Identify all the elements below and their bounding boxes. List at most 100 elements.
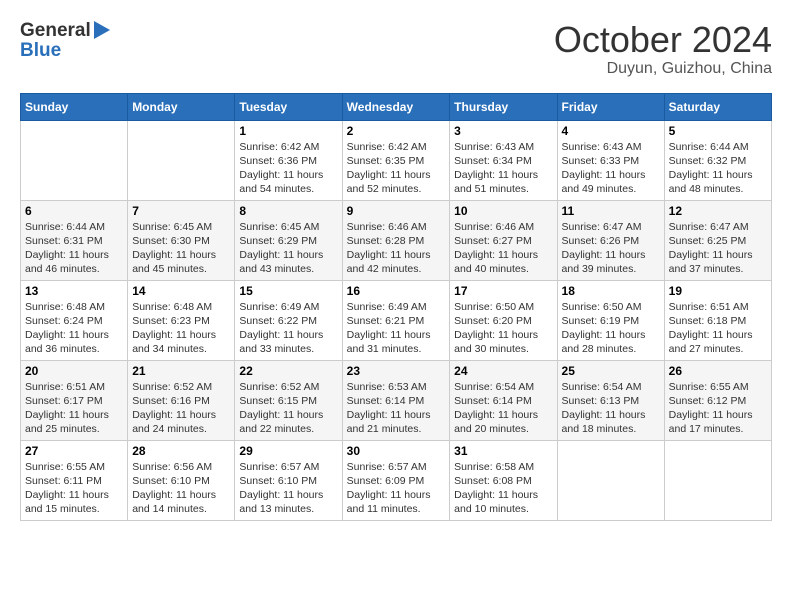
calendar-cell: 27 Sunrise: 6:55 AM Sunset: 6:11 PM Dayli… xyxy=(21,440,128,520)
calendar-cell: 11 Sunrise: 6:47 AM Sunset: 6:26 PM Dayli… xyxy=(557,200,664,280)
day-number: 8 xyxy=(239,204,337,218)
day-number: 21 xyxy=(132,364,230,378)
day-info: Sunrise: 6:48 AM Sunset: 6:23 PM Dayligh… xyxy=(132,300,230,357)
day-number: 5 xyxy=(669,124,767,138)
calendar-cell xyxy=(557,440,664,520)
day-info: Sunrise: 6:50 AM Sunset: 6:20 PM Dayligh… xyxy=(454,300,552,357)
day-info: Sunrise: 6:51 AM Sunset: 6:18 PM Dayligh… xyxy=(669,300,767,357)
day-number: 6 xyxy=(25,204,123,218)
day-number: 14 xyxy=(132,284,230,298)
day-info: Sunrise: 6:51 AM Sunset: 6:17 PM Dayligh… xyxy=(25,380,123,437)
weekday-header-thursday: Thursday xyxy=(450,93,557,120)
calendar-cell: 6 Sunrise: 6:44 AM Sunset: 6:31 PM Daylig… xyxy=(21,200,128,280)
day-number: 3 xyxy=(454,124,552,138)
logo-triangle-icon xyxy=(94,21,110,39)
day-info: Sunrise: 6:44 AM Sunset: 6:32 PM Dayligh… xyxy=(669,140,767,197)
calendar-cell: 4 Sunrise: 6:43 AM Sunset: 6:33 PM Daylig… xyxy=(557,120,664,200)
calendar-cell: 7 Sunrise: 6:45 AM Sunset: 6:30 PM Daylig… xyxy=(128,200,235,280)
day-info: Sunrise: 6:45 AM Sunset: 6:29 PM Dayligh… xyxy=(239,220,337,277)
calendar-cell: 19Sunrise: 6:51 AM Sunset: 6:18 PM Dayli… xyxy=(664,280,771,360)
day-info: Sunrise: 6:53 AM Sunset: 6:14 PM Dayligh… xyxy=(347,380,446,437)
day-number: 26 xyxy=(669,364,767,378)
day-info: Sunrise: 6:45 AM Sunset: 6:30 PM Dayligh… xyxy=(132,220,230,277)
day-number: 20 xyxy=(25,364,123,378)
day-info: Sunrise: 6:43 AM Sunset: 6:34 PM Dayligh… xyxy=(454,140,552,197)
day-info: Sunrise: 6:46 AM Sunset: 6:27 PM Dayligh… xyxy=(454,220,552,277)
day-info: Sunrise: 6:49 AM Sunset: 6:21 PM Dayligh… xyxy=(347,300,446,357)
day-number: 18 xyxy=(562,284,660,298)
weekday-header-wednesday: Wednesday xyxy=(342,93,450,120)
calendar-cell: 28Sunrise: 6:56 AM Sunset: 6:10 PM Dayli… xyxy=(128,440,235,520)
day-info: Sunrise: 6:50 AM Sunset: 6:19 PM Dayligh… xyxy=(562,300,660,357)
calendar-cell: 30 Sunrise: 6:57 AM Sunset: 6:09 PM Dayli… xyxy=(342,440,450,520)
day-number: 24 xyxy=(454,364,552,378)
day-info: Sunrise: 6:48 AM Sunset: 6:24 PM Dayligh… xyxy=(25,300,123,357)
day-number: 12 xyxy=(669,204,767,218)
calendar-cell: 18 Sunrise: 6:50 AM Sunset: 6:19 PM Dayli… xyxy=(557,280,664,360)
calendar-cell: 23 Sunrise: 6:53 AM Sunset: 6:14 PM Dayli… xyxy=(342,360,450,440)
day-info: Sunrise: 6:54 AM Sunset: 6:13 PM Dayligh… xyxy=(562,380,660,437)
day-number: 13 xyxy=(25,284,123,298)
day-number: 23 xyxy=(347,364,446,378)
calendar-cell: 8 Sunrise: 6:45 AM Sunset: 6:29 PM Daylig… xyxy=(235,200,342,280)
calendar-table: SundayMondayTuesdayWednesdayThursdayFrid… xyxy=(20,93,772,521)
calendar-cell: 24 Sunrise: 6:54 AM Sunset: 6:14 PM Dayli… xyxy=(450,360,557,440)
calendar-cell xyxy=(128,120,235,200)
day-info: Sunrise: 6:43 AM Sunset: 6:33 PM Dayligh… xyxy=(562,140,660,197)
day-info: Sunrise: 6:57 AM Sunset: 6:09 PM Dayligh… xyxy=(347,460,446,517)
day-info: Sunrise: 6:49 AM Sunset: 6:22 PM Dayligh… xyxy=(239,300,337,357)
title-section: October 2024 Duyun, Guizhou, China xyxy=(554,20,772,78)
location: Duyun, Guizhou, China xyxy=(554,60,772,78)
calendar-cell: 3 Sunrise: 6:43 AM Sunset: 6:34 PM Daylig… xyxy=(450,120,557,200)
day-number: 28 xyxy=(132,444,230,458)
day-number: 31 xyxy=(454,444,552,458)
day-number: 30 xyxy=(347,444,446,458)
calendar-cell: 1Sunrise: 6:42 AM Sunset: 6:36 PM Daylig… xyxy=(235,120,342,200)
weekday-header-monday: Monday xyxy=(128,93,235,120)
calendar-cell: 2Sunrise: 6:42 AM Sunset: 6:35 PM Daylig… xyxy=(342,120,450,200)
calendar-cell: 13 Sunrise: 6:48 AM Sunset: 6:24 PM Dayli… xyxy=(21,280,128,360)
day-info: Sunrise: 6:57 AM Sunset: 6:10 PM Dayligh… xyxy=(239,460,337,517)
weekday-header-friday: Friday xyxy=(557,93,664,120)
calendar-cell: 17Sunrise: 6:50 AM Sunset: 6:20 PM Dayli… xyxy=(450,280,557,360)
calendar-cell: 15 Sunrise: 6:49 AM Sunset: 6:22 PM Dayli… xyxy=(235,280,342,360)
day-number: 1 xyxy=(239,124,337,138)
calendar-cell: 31Sunrise: 6:58 AM Sunset: 6:08 PM Dayli… xyxy=(450,440,557,520)
weekday-header-saturday: Saturday xyxy=(664,93,771,120)
day-info: Sunrise: 6:54 AM Sunset: 6:14 PM Dayligh… xyxy=(454,380,552,437)
calendar-week-5: 27 Sunrise: 6:55 AM Sunset: 6:11 PM Dayli… xyxy=(21,440,772,520)
day-number: 29 xyxy=(239,444,337,458)
day-number: 11 xyxy=(562,204,660,218)
day-number: 4 xyxy=(562,124,660,138)
page-header: General Blue October 2024 Duyun, Guizhou… xyxy=(20,20,772,78)
weekday-header-sunday: Sunday xyxy=(21,93,128,120)
day-number: 7 xyxy=(132,204,230,218)
calendar-cell: 10Sunrise: 6:46 AM Sunset: 6:27 PM Dayli… xyxy=(450,200,557,280)
day-number: 22 xyxy=(239,364,337,378)
day-info: Sunrise: 6:55 AM Sunset: 6:11 PM Dayligh… xyxy=(25,460,123,517)
calendar-cell: 26 Sunrise: 6:55 AM Sunset: 6:12 PM Dayli… xyxy=(664,360,771,440)
calendar-cell: 16Sunrise: 6:49 AM Sunset: 6:21 PM Dayli… xyxy=(342,280,450,360)
day-info: Sunrise: 6:44 AM Sunset: 6:31 PM Dayligh… xyxy=(25,220,123,277)
day-info: Sunrise: 6:42 AM Sunset: 6:35 PM Dayligh… xyxy=(347,140,446,197)
calendar-cell: 20 Sunrise: 6:51 AM Sunset: 6:17 PM Dayli… xyxy=(21,360,128,440)
calendar-cell xyxy=(664,440,771,520)
calendar-cell: 5 Sunrise: 6:44 AM Sunset: 6:32 PM Daylig… xyxy=(664,120,771,200)
calendar-cell: 29 Sunrise: 6:57 AM Sunset: 6:10 PM Dayli… xyxy=(235,440,342,520)
day-info: Sunrise: 6:55 AM Sunset: 6:12 PM Dayligh… xyxy=(669,380,767,437)
weekday-header-tuesday: Tuesday xyxy=(235,93,342,120)
calendar-header-row: SundayMondayTuesdayWednesdayThursdayFrid… xyxy=(21,93,772,120)
day-info: Sunrise: 6:46 AM Sunset: 6:28 PM Dayligh… xyxy=(347,220,446,277)
day-info: Sunrise: 6:52 AM Sunset: 6:15 PM Dayligh… xyxy=(239,380,337,437)
calendar-week-2: 6 Sunrise: 6:44 AM Sunset: 6:31 PM Daylig… xyxy=(21,200,772,280)
day-number: 27 xyxy=(25,444,123,458)
day-info: Sunrise: 6:47 AM Sunset: 6:26 PM Dayligh… xyxy=(562,220,660,277)
calendar-cell: 12 Sunrise: 6:47 AM Sunset: 6:25 PM Dayli… xyxy=(664,200,771,280)
calendar-week-3: 13 Sunrise: 6:48 AM Sunset: 6:24 PM Dayli… xyxy=(21,280,772,360)
logo-general: General xyxy=(20,20,91,42)
calendar-cell xyxy=(21,120,128,200)
day-number: 15 xyxy=(239,284,337,298)
calendar-cell: 14 Sunrise: 6:48 AM Sunset: 6:23 PM Dayli… xyxy=(128,280,235,360)
day-info: Sunrise: 6:47 AM Sunset: 6:25 PM Dayligh… xyxy=(669,220,767,277)
calendar-cell: 22 Sunrise: 6:52 AM Sunset: 6:15 PM Dayli… xyxy=(235,360,342,440)
